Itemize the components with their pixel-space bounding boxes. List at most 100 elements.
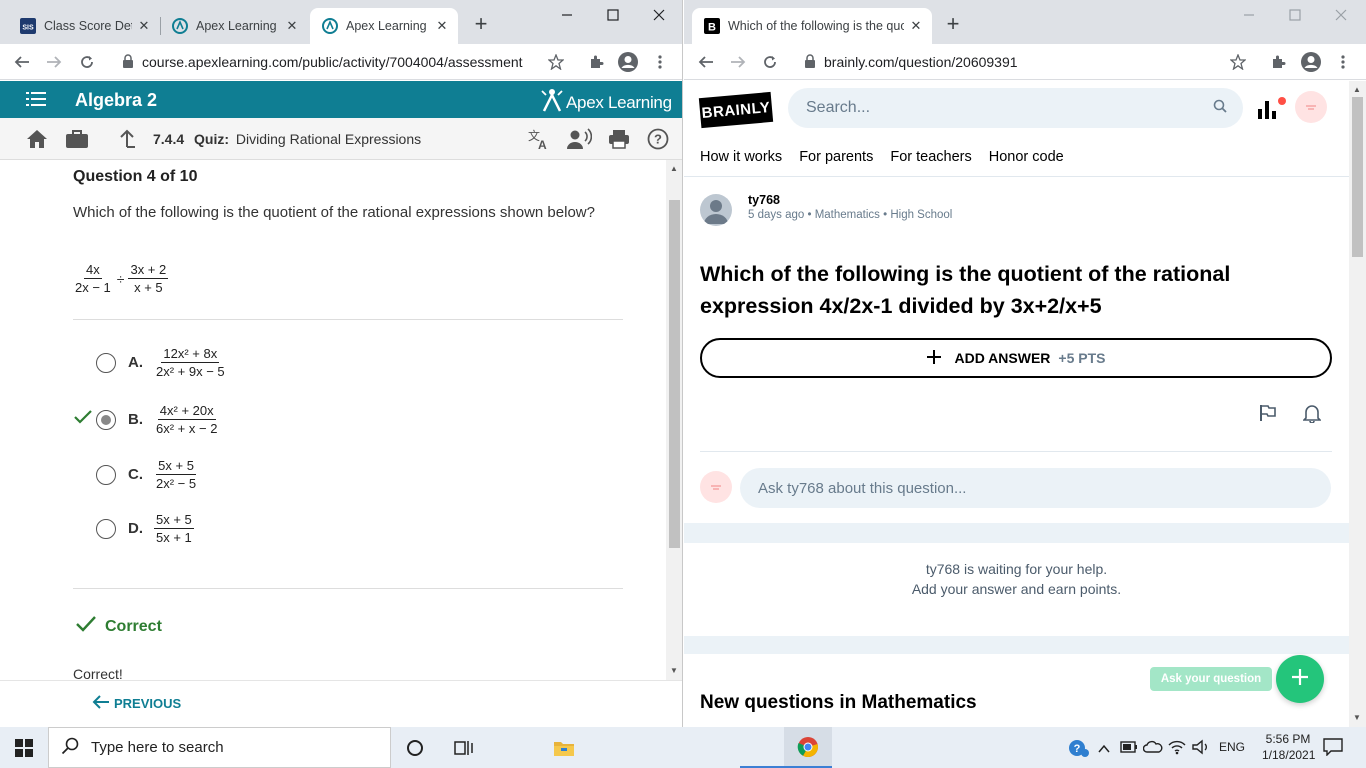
scrollbar-thumb[interactable] bbox=[1352, 97, 1363, 257]
chevron-up-icon[interactable] bbox=[1098, 741, 1110, 759]
tab-brainly[interactable]: B Which of the following is the quo ✕ bbox=[692, 8, 932, 44]
address-bar[interactable]: course.apexlearning.com/public/activity/… bbox=[112, 48, 572, 76]
apex-footer: PREVIOUS bbox=[0, 680, 682, 727]
minimize-button[interactable] bbox=[1226, 0, 1272, 30]
forward-button[interactable] bbox=[42, 50, 66, 74]
scroll-up-icon[interactable]: ▲ bbox=[1353, 85, 1361, 94]
menu-kebab-icon[interactable] bbox=[648, 50, 672, 74]
chrome-taskbar-icon[interactable] bbox=[784, 727, 832, 768]
text-to-speech-icon[interactable] bbox=[566, 128, 593, 155]
bell-icon[interactable] bbox=[1302, 403, 1322, 428]
windows-start-icon[interactable] bbox=[15, 739, 33, 762]
home-icon[interactable] bbox=[26, 129, 48, 154]
notifications-icon[interactable] bbox=[1323, 738, 1343, 761]
answer-option-d[interactable]: D. 5x + 5 5x + 1 bbox=[74, 512, 194, 545]
translate-icon[interactable]: 文A bbox=[527, 128, 551, 155]
previous-button[interactable]: PREVIOUS bbox=[92, 695, 181, 712]
maximize-button[interactable] bbox=[590, 0, 636, 30]
radio-button-selected[interactable] bbox=[96, 409, 116, 430]
up-arrow-icon[interactable] bbox=[118, 129, 136, 154]
language-indicator[interactable]: ENG bbox=[1219, 740, 1245, 754]
leaderboard-icon[interactable] bbox=[1258, 97, 1288, 126]
divider bbox=[684, 176, 1349, 177]
radio-button[interactable] bbox=[96, 352, 116, 373]
extensions-icon[interactable] bbox=[584, 50, 608, 74]
add-answer-button[interactable]: ADD ANSWER +5 PTS bbox=[700, 338, 1332, 378]
scrollbar[interactable]: ▲ ▼ bbox=[1349, 81, 1366, 727]
close-tab-icon[interactable]: ✕ bbox=[284, 18, 300, 34]
tab-class-score[interactable]: SIS Class Score Deta ✕ bbox=[8, 8, 160, 44]
battery-icon[interactable] bbox=[1120, 740, 1138, 759]
divider bbox=[700, 451, 1332, 452]
menu-kebab-icon[interactable] bbox=[1331, 50, 1355, 74]
radio-button[interactable] bbox=[96, 518, 116, 539]
scroll-up-icon[interactable]: ▲ bbox=[670, 164, 678, 173]
user-avatar[interactable] bbox=[1295, 91, 1327, 123]
print-icon[interactable] bbox=[608, 129, 630, 154]
close-tab-icon[interactable]: ✕ bbox=[434, 18, 450, 34]
tab-apex-active[interactable]: Apex Learning - ✕ bbox=[310, 8, 458, 44]
reload-button[interactable] bbox=[758, 50, 782, 74]
extensions-icon[interactable] bbox=[1266, 50, 1290, 74]
minimize-button[interactable] bbox=[544, 0, 590, 30]
brainly-logo[interactable]: BRAINLY bbox=[698, 91, 774, 129]
answer-option-a[interactable]: A. 12x² + 8x 2x² + 9x − 5 bbox=[74, 346, 227, 379]
search-input[interactable]: Search... bbox=[788, 88, 1243, 128]
file-explorer-icon[interactable] bbox=[540, 727, 588, 768]
new-questions-heading: New questions in Mathematics bbox=[700, 692, 977, 713]
close-tab-icon[interactable]: ✕ bbox=[908, 18, 924, 34]
top-nav: How it works For parents For teachers Ho… bbox=[700, 149, 1064, 165]
subject-link[interactable]: Mathematics bbox=[815, 209, 880, 221]
scrollbar[interactable]: ▲ ▼ bbox=[666, 160, 682, 680]
ask-asker-input[interactable]: Ask ty768 about this question... bbox=[740, 468, 1331, 508]
wifi-icon[interactable] bbox=[1168, 739, 1186, 760]
profile-icon[interactable] bbox=[1299, 50, 1323, 74]
hamburger-menu-icon[interactable] bbox=[26, 92, 46, 111]
radio-button[interactable] bbox=[96, 464, 116, 485]
bookmark-star-icon[interactable] bbox=[1226, 50, 1250, 74]
close-window-button[interactable] bbox=[1318, 0, 1364, 30]
nav-for-teachers[interactable]: For teachers bbox=[890, 149, 971, 165]
nav-for-parents[interactable]: For parents bbox=[799, 149, 873, 165]
scroll-down-icon[interactable]: ▼ bbox=[1353, 713, 1361, 722]
search-icon[interactable] bbox=[1213, 99, 1227, 118]
back-button[interactable] bbox=[10, 50, 34, 74]
brainly-browser-window: B Which of the following is the quo ✕ + … bbox=[684, 0, 1366, 727]
reload-button[interactable] bbox=[75, 50, 99, 74]
scrollbar-thumb[interactable] bbox=[669, 200, 680, 548]
answer-option-b[interactable]: B. 4x² + 20x 6x² + x − 2 bbox=[74, 403, 219, 436]
flag-icon[interactable] bbox=[1258, 404, 1278, 427]
task-view-icon[interactable] bbox=[454, 739, 474, 762]
briefcase-icon[interactable] bbox=[65, 129, 89, 154]
answer-option-c[interactable]: C. 5x + 5 2x² − 5 bbox=[74, 458, 198, 491]
asker-name[interactable]: ty768 bbox=[748, 193, 780, 207]
bookmark-star-icon[interactable] bbox=[544, 50, 568, 74]
question-expression: 4x 2x − 1 ÷ 3x + 2x + 5 bbox=[73, 262, 169, 295]
new-tab-button[interactable]: + bbox=[942, 13, 964, 36]
new-tab-button[interactable]: + bbox=[470, 13, 492, 36]
asker-avatar[interactable] bbox=[700, 194, 732, 226]
fraction-left: 4x 2x − 1 bbox=[75, 262, 111, 295]
search-icon bbox=[61, 737, 79, 759]
profile-icon[interactable] bbox=[616, 50, 640, 74]
forward-button[interactable] bbox=[726, 50, 750, 74]
nav-honor-code[interactable]: Honor code bbox=[989, 149, 1064, 165]
help-tray-icon[interactable]: ? bbox=[1068, 738, 1090, 763]
back-button[interactable] bbox=[694, 50, 718, 74]
clock[interactable]: 5:56 PM 1/18/2021 bbox=[1262, 731, 1315, 763]
nav-how-it-works[interactable]: How it works bbox=[700, 149, 782, 165]
volume-icon[interactable] bbox=[1192, 739, 1210, 760]
scroll-down-icon[interactable]: ▼ bbox=[670, 666, 678, 675]
close-tab-icon[interactable]: ✕ bbox=[136, 18, 152, 34]
close-window-button[interactable] bbox=[636, 0, 682, 30]
ask-question-fab[interactable] bbox=[1276, 655, 1324, 703]
onedrive-cloud-icon[interactable] bbox=[1142, 740, 1163, 759]
tab-apex-1[interactable]: Apex Learning ✕ bbox=[160, 8, 308, 44]
maximize-button[interactable] bbox=[1272, 0, 1318, 30]
taskbar-search-input[interactable]: Type here to search bbox=[48, 727, 391, 768]
question-title: Which of the following is the quotient o… bbox=[700, 262, 1231, 318]
address-bar[interactable]: brainly.com/question/20609391 bbox=[794, 48, 1254, 76]
cortana-icon[interactable] bbox=[406, 739, 424, 762]
help-icon[interactable]: ? bbox=[647, 128, 669, 155]
ask-your-question-tooltip[interactable]: Ask your question bbox=[1150, 667, 1272, 691]
